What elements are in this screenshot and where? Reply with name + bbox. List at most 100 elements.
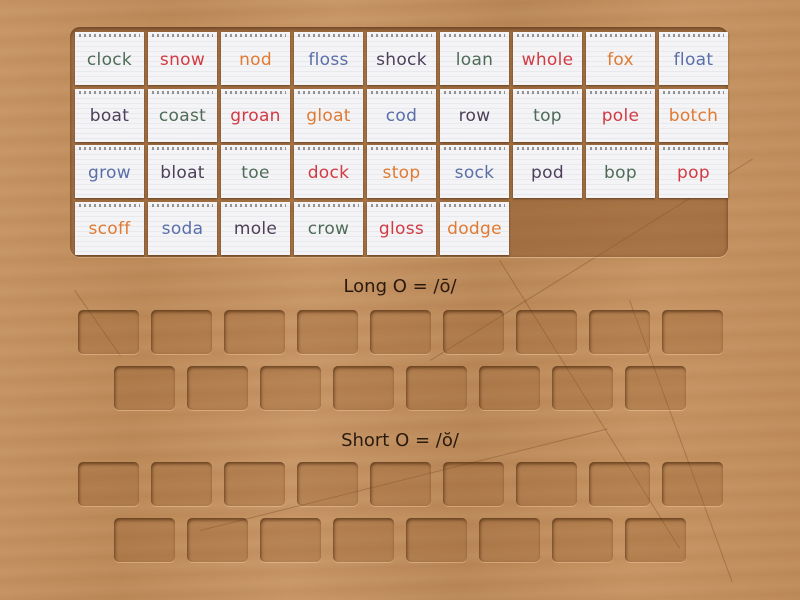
word-tile[interactable]: sock [440,145,509,198]
notepad-binding-icon [517,147,578,150]
notepad-binding-icon [225,203,286,207]
notepad-binding-icon [444,90,505,94]
word-label: cod [385,106,418,126]
drop-slot[interactable] [625,518,686,562]
word-tile[interactable]: mole [221,201,290,255]
word-tile[interactable]: dodge [440,201,509,255]
notepad-binding-icon [517,34,578,37]
drop-slot[interactable] [406,518,467,562]
drop-slot[interactable] [224,310,285,354]
drop-slot[interactable] [78,310,139,354]
word-tile[interactable]: groan [221,88,290,142]
drop-slot[interactable] [552,366,613,410]
drop-slot[interactable] [260,518,321,562]
word-label: pole [601,106,640,126]
notepad-binding-icon [590,90,651,94]
drop-slot[interactable] [151,310,212,354]
word-tile[interactable]: loan [440,32,509,85]
word-label: snow [159,49,206,70]
word-tile[interactable]: toe [221,145,290,198]
word-tile[interactable]: boat [75,88,144,142]
word-tile[interactable]: dock [294,145,363,198]
drop-slot[interactable] [114,366,175,410]
word-tile[interactable]: fox [586,32,655,85]
drop-slot[interactable] [260,366,321,410]
drop-slot[interactable] [114,518,175,562]
word-tile[interactable]: nod [221,32,290,85]
notepad-binding-icon [298,34,359,37]
word-label: floss [308,49,349,70]
word-tile[interactable]: snow [148,32,217,85]
word-label: stop [382,162,421,183]
drop-slot[interactable] [443,310,504,354]
word-tile[interactable]: stop [367,145,436,198]
word-tile[interactable]: float [659,32,728,85]
word-label: bop [604,162,637,183]
drop-slot[interactable] [406,366,467,410]
word-tile[interactable]: pole [586,88,655,142]
drop-slot[interactable] [443,462,504,506]
notepad-binding-icon [225,147,286,150]
notepad-binding-icon [152,203,213,207]
group-title: Long O = /ō/ [343,276,457,297]
drop-slot[interactable] [662,462,723,506]
word-tile[interactable]: cod [367,88,436,142]
drop-slot[interactable] [516,310,577,354]
notepad-binding-icon [79,203,140,207]
word-tile[interactable]: crow [294,201,363,255]
word-label: dock [307,162,350,183]
word-label: whole [521,49,574,70]
drop-slot[interactable] [589,310,650,354]
notepad-binding-icon [298,147,359,150]
word-tile[interactable]: shock [367,32,436,85]
drop-slot[interactable] [151,462,212,506]
notepad-binding-icon [152,90,213,94]
drop-slot[interactable] [78,462,139,506]
word-tile[interactable]: bloat [148,145,217,198]
drop-slot[interactable] [333,518,394,562]
drop-slot[interactable] [589,462,650,506]
drop-slot[interactable] [333,366,394,410]
notepad-binding-icon [517,90,578,94]
drop-slot[interactable] [370,310,431,354]
word-tile[interactable]: pod [513,145,582,198]
drop-slot[interactable] [297,310,358,354]
word-tile[interactable]: whole [513,32,582,85]
drop-slot[interactable] [625,366,686,410]
drop-slot[interactable] [224,462,285,506]
drop-slot[interactable] [187,518,248,562]
drop-slot[interactable] [479,518,540,562]
word-tile[interactable]: gloat [294,88,363,142]
word-tile[interactable]: clock [75,32,144,85]
notepad-binding-icon [152,147,213,150]
word-tile[interactable]: top [513,88,582,142]
drop-slot[interactable] [187,366,248,410]
drop-slot[interactable] [479,366,540,410]
drop-slot[interactable] [662,310,723,354]
group-title: Short O = /ŏ/ [341,430,459,451]
word-tile[interactable]: scoff [75,201,144,255]
word-label: coast [158,106,207,126]
notepad-binding-icon [79,147,140,150]
word-tile[interactable]: gloss [367,201,436,255]
drop-slot[interactable] [297,462,358,506]
word-tile[interactable]: botch [659,88,728,142]
drop-slot[interactable] [516,462,577,506]
word-label: pod [531,162,564,183]
word-tile[interactable]: soda [148,201,217,255]
word-label: nod [239,49,272,70]
drop-slot[interactable] [370,462,431,506]
word-tile[interactable]: grow [75,145,144,198]
word-label: bloat [160,162,205,183]
word-label: clock [86,49,133,70]
word-tile[interactable]: bop [586,145,655,198]
word-label: loan [455,49,494,70]
notepad-binding-icon [225,90,286,94]
word-tile[interactable]: coast [148,88,217,142]
word-tile[interactable]: row [440,88,509,142]
drop-slot[interactable] [552,518,613,562]
word-tile[interactable]: pop [659,145,728,198]
notepad-binding-icon [663,34,724,37]
word-tile[interactable]: floss [294,32,363,85]
word-label: gloat [306,106,351,126]
